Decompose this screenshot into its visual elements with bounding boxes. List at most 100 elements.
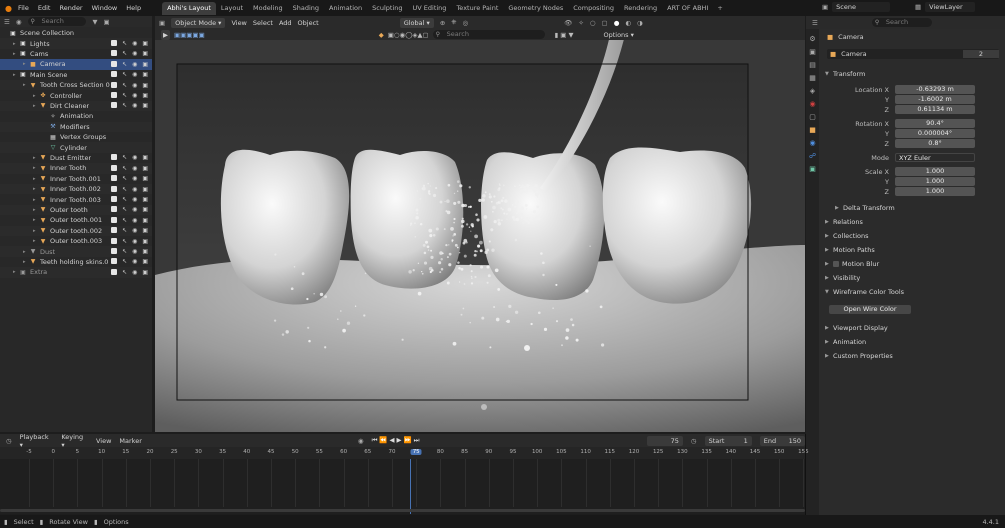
- menu-view[interactable]: View: [96, 437, 111, 445]
- filter-colors-icon[interactable]: ◆: [379, 31, 384, 39]
- tab-layout[interactable]: Layout: [216, 2, 248, 15]
- exclude-checkbox[interactable]: [111, 40, 118, 47]
- editor-type-icon[interactable]: ☰: [812, 19, 818, 27]
- select-arrow-icon[interactable]: ↖: [122, 92, 127, 99]
- menu-file[interactable]: File: [18, 4, 29, 12]
- rotation-x-field[interactable]: 90.4°: [895, 119, 975, 128]
- select-arrow-icon[interactable]: ↖: [122, 238, 127, 245]
- tab-compositing[interactable]: Compositing: [568, 2, 619, 15]
- constraints-tab-icon[interactable]: ☍: [809, 152, 816, 160]
- select-arrow-icon[interactable]: ↖: [122, 61, 127, 68]
- eye-icon[interactable]: ◉: [132, 61, 137, 68]
- render-camera-icon[interactable]: ▣: [142, 102, 148, 109]
- render-camera-icon[interactable]: ▣: [142, 82, 148, 89]
- motion-paths-section-header[interactable]: ▶ Motion Paths: [825, 244, 1001, 255]
- outliner-row[interactable]: ✧ Animation: [0, 111, 152, 121]
- outliner-row[interactable]: ▸ ▼ Outer tooth.003 ↖ ◉ ▣: [0, 236, 152, 246]
- outliner-row[interactable]: ⚒ Modifiers: [0, 121, 152, 132]
- eye-icon[interactable]: ◉: [132, 206, 137, 213]
- exclude-checkbox[interactable]: [111, 196, 118, 203]
- outliner-row[interactable]: ▸ ▼ Tooth Cross Section 0 ↖ ◉ ▣: [0, 80, 152, 91]
- viewport-render[interactable]: [155, 40, 805, 432]
- outliner-row[interactable]: ▸ ▼ Outer tooth ↖ ◉ ▣: [0, 204, 152, 216]
- eye-icon[interactable]: ◉: [132, 248, 137, 255]
- exclude-checkbox[interactable]: [111, 92, 118, 99]
- render-camera-icon[interactable]: ▣: [142, 186, 148, 193]
- render-camera-icon[interactable]: ▣: [142, 71, 148, 78]
- select-mode-icons[interactable]: ▣▣▣▣▣: [174, 31, 205, 39]
- wireframe-color-tools-header[interactable]: ▼ Wireframe Color Tools: [825, 286, 1001, 297]
- new-collection-icon[interactable]: ▣: [104, 18, 110, 26]
- outliner-row[interactable]: ▸ ▼ Dirt Cleaner ↖ ◉ ▣: [0, 100, 152, 112]
- auto-keying-icon[interactable]: ◉: [358, 437, 364, 445]
- bookmark-icons[interactable]: ▮ ▣ ▼: [555, 31, 574, 39]
- viewlayer-field[interactable]: ViewLayer: [925, 2, 976, 12]
- render-camera-icon[interactable]: ▣: [142, 175, 148, 182]
- eye-icon[interactable]: ◉: [132, 238, 137, 245]
- render-camera-icon[interactable]: ▣: [142, 40, 148, 47]
- exclude-checkbox[interactable]: [111, 102, 118, 109]
- select-arrow-icon[interactable]: ↖: [122, 102, 127, 109]
- scene-selector[interactable]: ▣ Scene: [822, 2, 891, 12]
- eye-icon[interactable]: ◉: [132, 217, 137, 224]
- outliner-row[interactable]: ▸ ▣ Extra ↖ ◉ ▣: [0, 267, 152, 278]
- mode-dropdown[interactable]: Object Mode ▾: [171, 17, 226, 28]
- options-dropdown[interactable]: Options ▾: [599, 30, 637, 40]
- tab-sculpting[interactable]: Sculpting: [367, 2, 407, 15]
- tab-geometry-nodes[interactable]: Geometry Nodes: [503, 2, 568, 15]
- select-arrow-icon[interactable]: ↖: [122, 186, 127, 193]
- outliner-search[interactable]: Search: [27, 17, 86, 26]
- display-mode-icon[interactable]: ◉: [16, 18, 22, 26]
- outliner-row[interactable]: ▣ Scene Collection: [0, 28, 152, 38]
- render-camera-icon[interactable]: ▣: [142, 165, 148, 172]
- scene-field[interactable]: Scene: [832, 2, 891, 12]
- tab-texture-paint[interactable]: Texture Paint: [451, 2, 503, 15]
- render-camera-icon[interactable]: ▣: [142, 217, 148, 224]
- menu-view[interactable]: View: [231, 19, 246, 27]
- outliner-row[interactable]: ▸ ▼ Inner Tooth.002 ↖ ◉ ▣: [0, 184, 152, 195]
- outliner-row[interactable]: ▽ Cylinder: [0, 142, 152, 153]
- eye-icon[interactable]: ◉: [132, 71, 137, 78]
- gizmo-icon[interactable]: ✧: [578, 19, 583, 27]
- open-wire-color-button[interactable]: Open Wire Color: [829, 305, 911, 314]
- eye-icon[interactable]: ◉: [132, 165, 137, 172]
- location-y-field[interactable]: -1.6002 m: [895, 95, 975, 104]
- add-workspace-icon[interactable]: +: [717, 4, 722, 12]
- render-camera-icon[interactable]: ▣: [142, 238, 148, 245]
- outliner-row[interactable]: ▸ ▼ Inner Tooth ↖ ◉ ▣: [0, 163, 152, 174]
- render-tab-icon[interactable]: ▣: [809, 48, 816, 56]
- render-camera-icon[interactable]: ▣: [142, 269, 148, 276]
- tool-tab-icon[interactable]: ⚙: [809, 35, 815, 43]
- outliner-row[interactable]: ▸ ▣ Main Scene ↖ ◉ ▣: [0, 70, 152, 80]
- collections-section-header[interactable]: ▶ Collections: [825, 230, 1001, 241]
- render-camera-icon[interactable]: ▣: [142, 206, 148, 213]
- exclude-checkbox[interactable]: [111, 164, 118, 171]
- menu-marker[interactable]: Marker: [119, 437, 141, 445]
- menu-render[interactable]: Render: [59, 4, 82, 12]
- menu-window[interactable]: Window: [92, 4, 118, 12]
- outliner-row[interactable]: ▸ ▼ Outer tooth.002 ↖ ◉ ▣: [0, 225, 152, 236]
- outliner-row[interactable]: ▸ ▼ Dust Emitter ↖ ◉ ▣: [0, 153, 152, 163]
- object-type-icons[interactable]: ▣○◉◯◈▲▢: [388, 31, 429, 39]
- eye-icon[interactable]: ◉: [132, 92, 137, 99]
- eye-icon[interactable]: ◉: [132, 227, 137, 234]
- exclude-checkbox[interactable]: [111, 71, 118, 78]
- datablock-row[interactable]: ■ Camera 2: [827, 49, 999, 59]
- exclude-checkbox[interactable]: [111, 60, 118, 67]
- animation-section-header[interactable]: ▶ Animation: [825, 336, 1001, 347]
- render-camera-icon[interactable]: ▣: [142, 61, 148, 68]
- menu-add[interactable]: Add: [279, 19, 292, 27]
- exclude-checkbox[interactable]: [111, 268, 118, 275]
- proportional-icon[interactable]: ◎: [462, 19, 468, 27]
- render-camera-icon[interactable]: ▣: [142, 196, 148, 203]
- 3d-viewport[interactable]: [155, 40, 805, 432]
- delta-transform-header[interactable]: ▶ Delta Transform: [835, 202, 1005, 213]
- outliner-row[interactable]: ▸ ▣ Lights ↖ ◉ ▣: [0, 38, 152, 49]
- object-tab-icon[interactable]: ■: [809, 126, 816, 134]
- shading-rendered-icon[interactable]: ◑: [637, 19, 643, 27]
- exclude-checkbox[interactable]: [111, 206, 118, 213]
- tab-shading[interactable]: Shading: [288, 2, 324, 15]
- visibility-icon[interactable]: 👁: [564, 19, 572, 27]
- eye-icon[interactable]: ◉: [132, 102, 137, 109]
- playhead-line[interactable]: [410, 459, 411, 514]
